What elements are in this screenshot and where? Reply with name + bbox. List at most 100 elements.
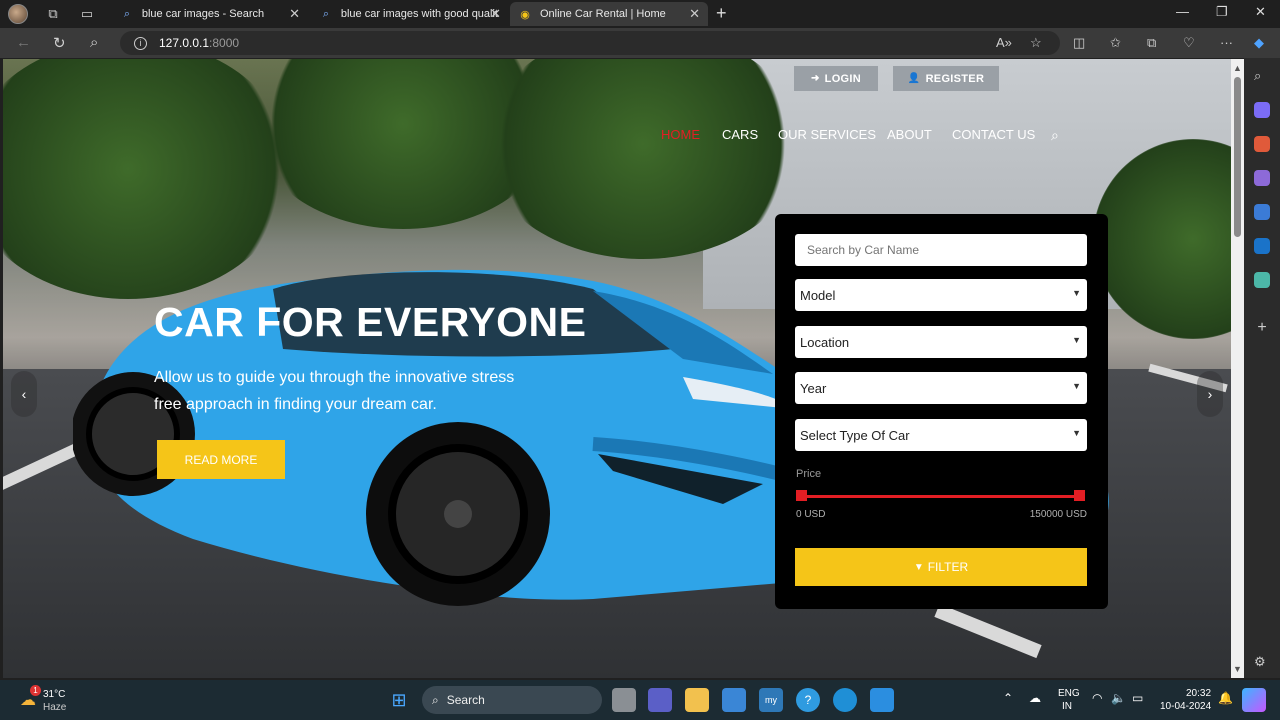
page-scrollbar[interactable]: ▲ ▼: [1231, 59, 1244, 678]
scroll-down-icon[interactable]: ▼: [1233, 664, 1242, 674]
url-host: 127.0.0.1: [159, 36, 210, 50]
scrollbar-thumb[interactable]: [1234, 77, 1241, 237]
nav-home[interactable]: HOME: [661, 127, 700, 142]
carousel-prev-button[interactable]: ‹: [11, 371, 37, 417]
taskbar-search[interactable]: ⌕ Search: [422, 686, 602, 714]
chevron-up-icon[interactable]: ⌃: [1003, 692, 1013, 705]
cloud-sync-icon[interactable]: ☁: [1029, 692, 1041, 705]
price-min-value: 0 USD: [796, 509, 826, 520]
chevron-down-icon: ▼: [1072, 381, 1081, 391]
shopping-icon[interactable]: [1254, 102, 1270, 118]
tab-car-rental[interactable]: ◉ Online Car Rental | Home ✕: [510, 2, 708, 26]
nav-about[interactable]: ABOUT: [887, 127, 932, 142]
nav-our-services[interactable]: OUR SERVICES: [778, 127, 876, 142]
settings-icon[interactable]: ⚙: [1254, 654, 1270, 670]
price-label: Price: [796, 468, 822, 480]
car-name-search-input[interactable]: [795, 234, 1087, 266]
chevron-left-icon: ‹: [21, 386, 27, 402]
collections-icon[interactable]: ⧉: [1147, 35, 1156, 51]
maximize-icon[interactable]: ❐: [1216, 4, 1228, 20]
close-tab-icon[interactable]: ✕: [490, 6, 501, 22]
tab-search-1[interactable]: ⌕ blue car images - Search ✕: [112, 2, 308, 26]
refresh-icon[interactable]: ↻: [53, 34, 66, 52]
nav-contact-us[interactable]: CONTACT US: [952, 127, 1035, 142]
clock-date[interactable]: 10-04-2024: [1160, 700, 1211, 713]
search-icon: ⌕: [322, 7, 329, 20]
search-icon[interactable]: ⌕: [1254, 68, 1270, 84]
search-icon[interactable]: ⌕: [1051, 127, 1059, 144]
tab-actions-icon[interactable]: ▭: [76, 3, 98, 25]
tab-search-2[interactable]: ⌕ blue car images with good qualit ✕: [311, 2, 509, 26]
url-field[interactable]: i 127.0.0.1:8000: [120, 31, 1060, 55]
favorites-icon[interactable]: ✩: [1110, 35, 1121, 51]
windows-start-icon[interactable]: ⊞: [387, 688, 411, 712]
read-more-button[interactable]: READ MORE: [157, 440, 285, 479]
volume-icon[interactable]: 🔈: [1111, 692, 1126, 705]
weather-temp: 31°C: [43, 689, 66, 700]
close-window-icon[interactable]: ✕: [1255, 4, 1266, 20]
vscode-icon[interactable]: [870, 688, 894, 712]
drop-icon[interactable]: [1254, 272, 1270, 288]
close-tab-icon[interactable]: ✕: [289, 6, 300, 22]
address-bar-row: ← ↻ ⌕ i 127.0.0.1:8000 A» ☆ ◫ ✩ ⧉ ♡ ··· …: [0, 28, 1280, 58]
price-range-track[interactable]: [801, 495, 1081, 498]
games-icon[interactable]: [1254, 170, 1270, 186]
wifi-icon[interactable]: ◠: [1092, 692, 1102, 705]
car-filter-panel: Model ▼ Location ▼ Year ▼ Select Type Of…: [775, 214, 1108, 609]
split-screen-icon[interactable]: ◫: [1073, 35, 1085, 51]
add-icon[interactable]: +: [1254, 320, 1270, 336]
search-icon: ⌕: [123, 7, 130, 20]
carousel-next-button[interactable]: ›: [1197, 371, 1223, 417]
site-info-icon[interactable]: i: [134, 36, 147, 50]
store-icon[interactable]: [722, 688, 746, 712]
web-page: ➜ LOGIN 👤 REGISTER HOME CARS OUR SERVICE…: [3, 59, 1231, 678]
language-top[interactable]: ENG: [1058, 687, 1080, 700]
register-button[interactable]: 👤 REGISTER: [893, 66, 999, 91]
language-bottom[interactable]: IN: [1062, 700, 1072, 713]
location-select[interactable]: Location ▼: [795, 326, 1087, 358]
price-max-handle[interactable]: [1074, 490, 1085, 501]
site-favicon-icon: ◉: [520, 8, 530, 21]
browser-essentials-icon[interactable]: ♡: [1183, 35, 1195, 51]
favorite-star-icon[interactable]: ☆: [1030, 35, 1042, 51]
chevron-down-icon: ▼: [1072, 335, 1081, 345]
tools-icon[interactable]: [1254, 136, 1270, 152]
outlook-icon[interactable]: [1254, 238, 1270, 254]
battery-icon[interactable]: ▭: [1132, 692, 1143, 705]
car-type-select[interactable]: Select Type Of Car ▼: [795, 419, 1087, 451]
copilot-taskbar-icon[interactable]: [1242, 688, 1266, 712]
new-tab-icon[interactable]: +: [716, 3, 727, 24]
nav-cars[interactable]: CARS: [722, 127, 758, 142]
help-icon[interactable]: ?: [796, 688, 820, 712]
copilot-sidebar-icon[interactable]: [1254, 204, 1270, 220]
more-options-icon[interactable]: ···: [1220, 35, 1233, 50]
file-explorer-icon[interactable]: [685, 688, 709, 712]
task-view-icon[interactable]: [612, 688, 636, 712]
read-aloud-icon[interactable]: A»: [996, 35, 1012, 50]
search-icon[interactable]: ⌕: [90, 34, 98, 51]
year-select[interactable]: Year ▼: [795, 372, 1087, 404]
sign-in-icon: ➜: [810, 73, 820, 84]
teams-icon[interactable]: [648, 688, 672, 712]
filter-button[interactable]: ▼ FILTER: [795, 548, 1087, 586]
back-icon[interactable]: ←: [16, 34, 31, 51]
model-select[interactable]: Model ▼: [795, 279, 1087, 311]
workspaces-icon[interactable]: ⧉: [42, 3, 64, 25]
copilot-icon[interactable]: ◆: [1254, 35, 1264, 51]
close-tab-icon[interactable]: ✕: [689, 6, 700, 22]
login-button[interactable]: ➜ LOGIN: [794, 66, 878, 91]
windows-taskbar: ☁ 1 31°C Haze ⊞ ⌕ Search my ? ⌃ ☁ ENG IN…: [0, 680, 1280, 720]
mysql-icon[interactable]: my: [759, 688, 783, 712]
notification-bell-icon[interactable]: 🔔: [1218, 692, 1233, 705]
weather-badge: 1: [30, 685, 41, 696]
price-max-value: 150000 USD: [1029, 509, 1087, 520]
price-min-handle[interactable]: [796, 490, 807, 501]
clock-time[interactable]: 20:32: [1186, 687, 1211, 700]
profile-avatar[interactable]: [8, 4, 28, 24]
minimize-icon[interactable]: —: [1176, 4, 1189, 19]
edge-sidebar: ⌕ + ⚙: [1244, 58, 1280, 678]
chevron-right-icon: ›: [1207, 386, 1213, 402]
edge-icon[interactable]: [833, 688, 857, 712]
filter-icon: ▼: [913, 561, 924, 573]
scroll-up-icon[interactable]: ▲: [1233, 63, 1242, 73]
